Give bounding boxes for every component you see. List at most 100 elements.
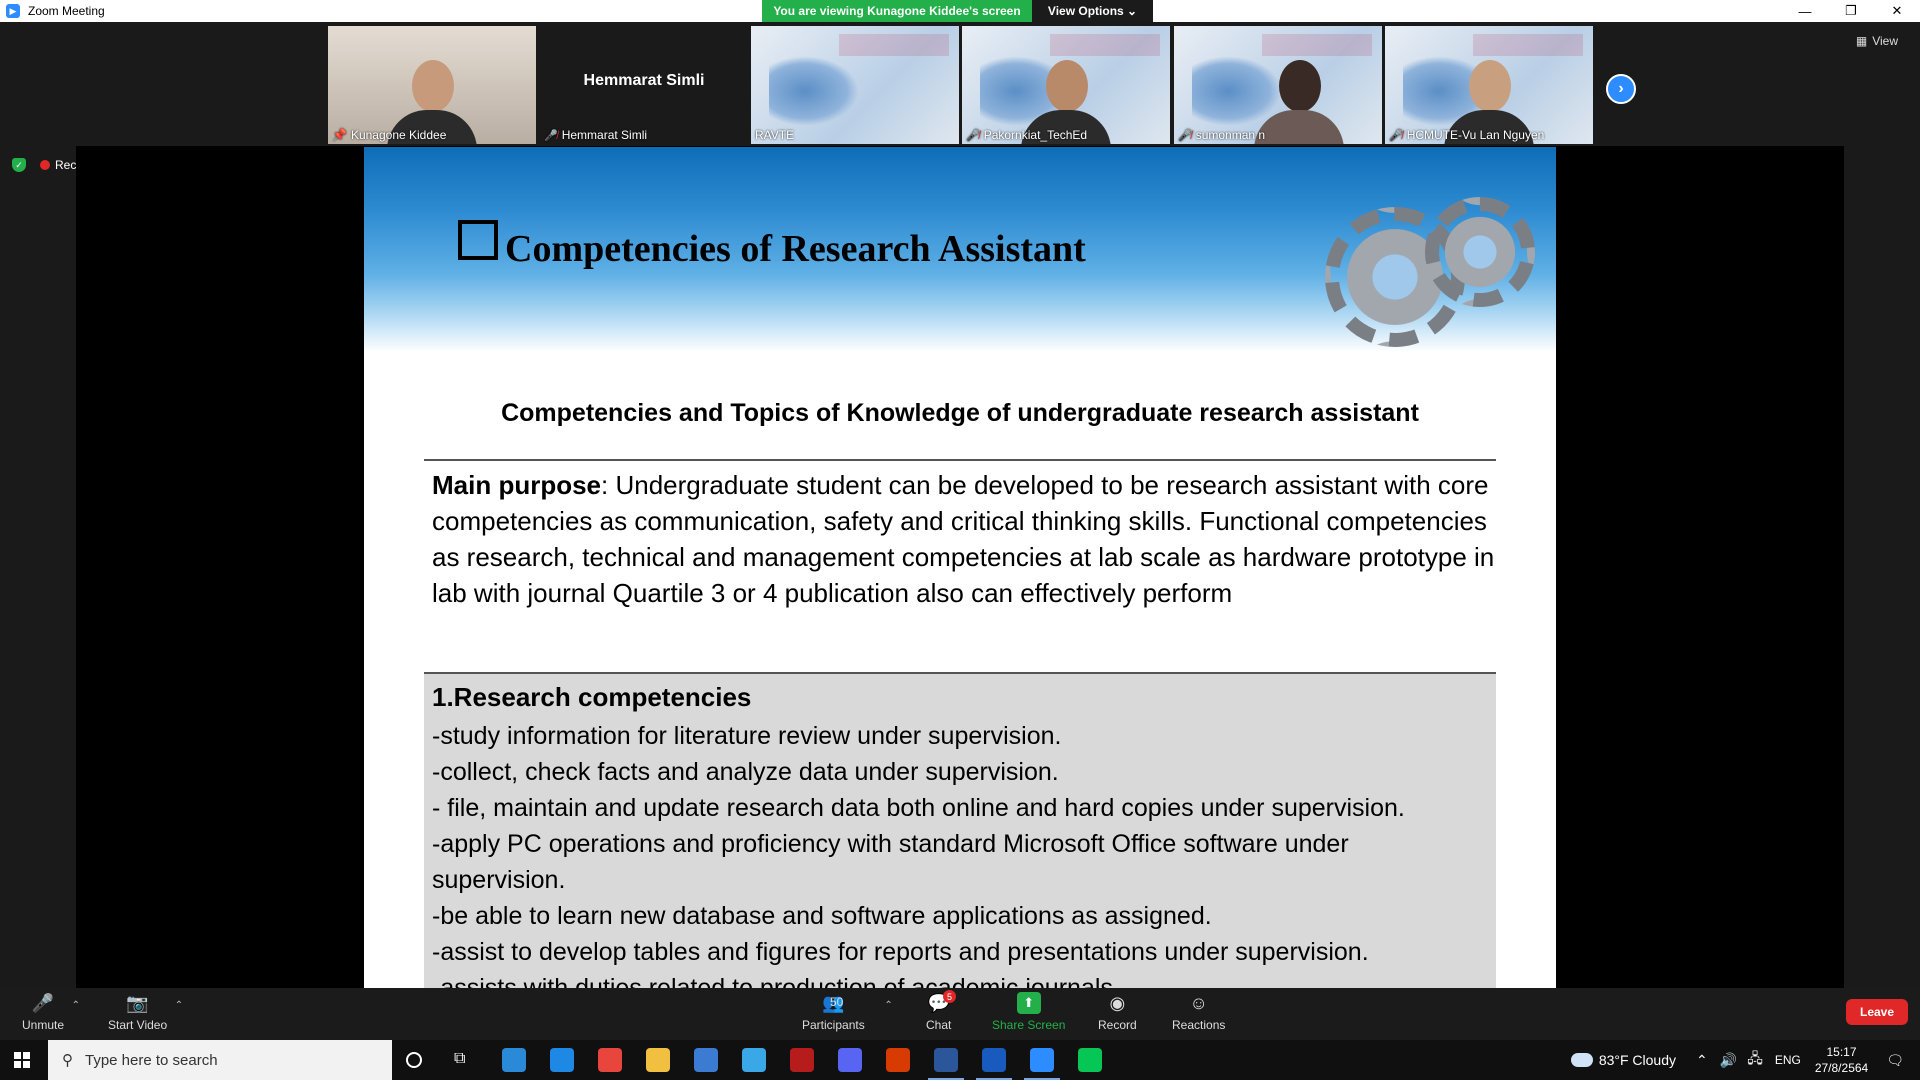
window-controls: — ❐ ✕ xyxy=(1782,0,1920,22)
cortana-icon[interactable] xyxy=(406,1052,422,1068)
chevron-up-icon[interactable]: ⌃ xyxy=(884,1000,892,1011)
word-icon[interactable] xyxy=(928,1048,964,1080)
app-red-icon[interactable] xyxy=(790,1048,814,1072)
task-view-icon[interactable]: ⧉ xyxy=(454,1050,465,1068)
gear-icon xyxy=(1425,197,1535,307)
chevron-up-icon[interactable]: ⌃ xyxy=(1696,1052,1708,1069)
participant-tile[interactable]: RAVTE xyxy=(751,26,959,144)
participant-name: 🎤̸ Pakornkiat_TechEd xyxy=(966,128,1088,142)
word-doc-icon[interactable] xyxy=(976,1048,1012,1080)
participant-tile[interactable]: 📌 Kunagone Kiddee xyxy=(328,26,536,144)
windows-taskbar: ⚲ Type here to search ⧉ 83°F Cloudy ⌃ 🔊 … xyxy=(0,1040,1920,1080)
list-item: -be able to learn new database and softw… xyxy=(432,902,1212,930)
close-button[interactable]: ✕ xyxy=(1874,0,1920,22)
participant-tile[interactable]: Hemmarat Simli 🎤̸ Hemmarat Simli xyxy=(540,26,748,144)
line-icon[interactable] xyxy=(1078,1048,1102,1072)
participants-button[interactable]: 👥 50 Participants ⌃ xyxy=(802,992,893,1033)
record-dot-icon xyxy=(40,160,50,170)
taskbar-search[interactable]: ⚲ Type here to search xyxy=(48,1040,392,1080)
app-cyan-icon[interactable] xyxy=(742,1048,766,1072)
divider xyxy=(424,459,1496,461)
slide-subtitle: Competencies and Topics of Knowledge of … xyxy=(501,399,1419,427)
mic-muted-icon: 🎤̸ xyxy=(966,129,980,142)
next-page-arrow-icon[interactable]: › xyxy=(1606,74,1636,104)
record-icon: ◉ xyxy=(1109,992,1126,1013)
meeting-controls: 🎤 Unmute ⌃ 📷 Start Video ⌃ 👥 50 Particip… xyxy=(0,988,1920,1040)
chat-badge: 5 xyxy=(943,990,956,1003)
mic-muted-icon: 🎤̸ xyxy=(544,129,558,142)
participant-name: 🎤̸ sumonman n xyxy=(1178,128,1266,142)
viewing-screen-banner: You are viewing Kunagone Kiddee's screen xyxy=(762,0,1032,22)
start-video-button[interactable]: 📷 Start Video ⌃ xyxy=(108,992,183,1033)
windows-start-icon[interactable] xyxy=(14,1052,30,1068)
language-indicator[interactable]: ENG xyxy=(1775,1053,1801,1067)
grid-view-icon: ▦ xyxy=(1855,34,1868,48)
participant-tile[interactable]: 🎤̸ Pakornkiat_TechEd xyxy=(962,26,1170,144)
office-icon[interactable] xyxy=(886,1048,910,1072)
shared-slide: Competencies of Research Assistant Compe… xyxy=(364,147,1556,988)
chevron-up-icon[interactable]: ⌃ xyxy=(175,1000,183,1011)
participant-tile[interactable]: 🎤̸ HCMUTE-Vu Lan Nguyen xyxy=(1385,26,1593,144)
chevron-up-icon[interactable]: ⌃ xyxy=(72,1000,80,1011)
mic-muted-icon: 🎤̸ xyxy=(1178,129,1192,142)
view-options-button[interactable]: View Options ⌄ xyxy=(1032,0,1153,22)
main-purpose-text: Main purpose: Undergraduate student can … xyxy=(432,470,1495,608)
leave-button[interactable]: Leave xyxy=(1846,999,1908,1025)
edge-icon[interactable] xyxy=(502,1048,526,1072)
pin-icon: 📌 xyxy=(332,128,347,142)
unmute-button[interactable]: 🎤 Unmute ⌃ xyxy=(22,992,80,1033)
participant-display-name: Hemmarat Simli xyxy=(583,72,705,89)
window-title: Zoom Meeting xyxy=(28,4,105,18)
reactions-button[interactable]: ☺ Reactions xyxy=(1172,992,1225,1033)
cloud-icon xyxy=(1570,1053,1593,1067)
notifications-icon[interactable]: 🗨 xyxy=(1886,1052,1904,1069)
shared-slide-thumbnail xyxy=(751,26,959,144)
participant-tile[interactable]: 🎤̸ sumonman n xyxy=(1174,26,1382,144)
research-competencies-box: 1.Research competencies -study informati… xyxy=(424,674,1496,988)
reactions-icon: ☺ xyxy=(1189,992,1208,1013)
search-icon: ⚲ xyxy=(62,1052,73,1069)
list-item: - file, maintain and update research dat… xyxy=(432,794,1405,822)
zoom-app-icon: ▶ xyxy=(6,4,20,18)
record-button[interactable]: ◉ Record xyxy=(1098,992,1137,1033)
gallery-strip: 📌 Kunagone Kiddee Hemmarat Simli 🎤̸ Hemm… xyxy=(0,22,1920,146)
encryption-shield-icon[interactable]: ✓ xyxy=(12,158,26,172)
clock[interactable]: 15:17 27/8/2564 xyxy=(1815,1044,1868,1076)
square-bullet-icon xyxy=(458,220,498,260)
participant-video xyxy=(1253,54,1344,144)
share-screen-button[interactable]: ⬆ Share Screen xyxy=(992,992,1065,1032)
system-tray: 83°F Cloudy ⌃ 🔊 🖧 ENG 15:17 27/8/2564 🗨 xyxy=(1570,1040,1920,1080)
discord-icon[interactable] xyxy=(838,1048,862,1072)
slide-header: Competencies of Research Assistant xyxy=(364,147,1556,352)
volume-icon[interactable]: 🔊 xyxy=(1720,1052,1737,1069)
restore-button[interactable]: ❐ xyxy=(1828,0,1874,22)
participants-count: 50 xyxy=(830,995,844,1009)
network-icon[interactable]: 🖧 xyxy=(1747,1048,1763,1072)
participant-name: RAVTE xyxy=(755,128,795,142)
slide-title: Competencies of Research Assistant xyxy=(505,228,1086,270)
weather-text[interactable]: 83°F Cloudy xyxy=(1599,1052,1676,1068)
minimize-button[interactable]: — xyxy=(1782,0,1828,22)
view-button[interactable]: ▦ View xyxy=(1856,34,1898,48)
participant-name: 🎤̸ HCMUTE-Vu Lan Nguyen xyxy=(1389,128,1545,142)
video-off-icon: 📷 xyxy=(126,992,149,1013)
share-screen-icon: ⬆ xyxy=(1016,992,1041,1014)
list-item: -apply PC operations and proficiency wit… xyxy=(432,830,1349,858)
participant-name: 🎤̸ Hemmarat Simli xyxy=(544,128,648,142)
app-blue-icon[interactable] xyxy=(694,1048,718,1072)
chrome-icon[interactable] xyxy=(598,1048,622,1072)
mic-muted-icon: 🎤 xyxy=(31,992,55,1013)
meeting-area: 📌 Kunagone Kiddee Hemmarat Simli 🎤̸ Hemm… xyxy=(0,22,1920,988)
list-item: supervision. xyxy=(432,866,566,894)
research-items-list: -study information for literature review… xyxy=(432,718,1405,988)
mail-icon[interactable] xyxy=(550,1048,574,1072)
file-explorer-icon[interactable] xyxy=(646,1048,670,1072)
list-item: -assists with duties related to producti… xyxy=(432,974,1120,988)
chat-button[interactable]: 💬 5 Chat xyxy=(926,990,956,1032)
mic-muted-icon: 🎤̸ xyxy=(1389,129,1403,142)
list-item: -assist to develop tables and figures fo… xyxy=(432,938,1369,966)
list-item: -study information for literature review… xyxy=(432,722,1062,750)
zoom-icon[interactable] xyxy=(1024,1048,1060,1080)
list-item: -collect, check facts and analyze data u… xyxy=(432,758,1059,786)
research-heading: 1.Research competencies xyxy=(432,682,752,712)
